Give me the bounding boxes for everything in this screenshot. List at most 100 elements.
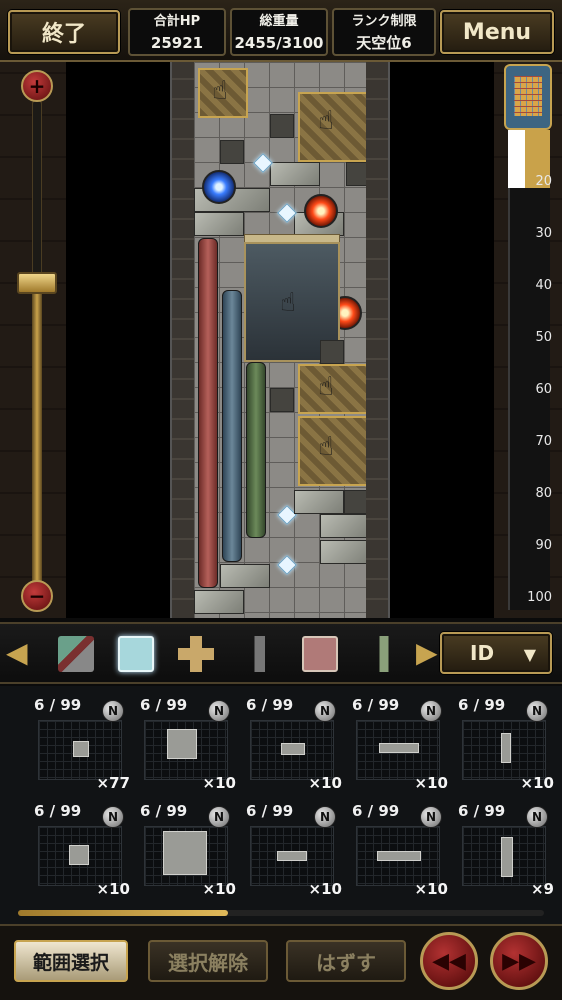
wall-block[interactable] (320, 340, 344, 364)
palette-prev-arrow-icon[interactable]: ◀ (6, 636, 28, 670)
piece-slot[interactable]: 6 / 99 N ×10 (140, 802, 236, 898)
rarity-badge-icon: N (102, 806, 124, 828)
total-weight-label: 総重量 (259, 14, 299, 29)
zoom-out-button[interactable]: − (21, 580, 53, 612)
piece-slot[interactable]: 6 / 99 N ×10 (140, 696, 236, 792)
piece-shape (501, 733, 511, 763)
palette-category-pillar[interactable] (366, 636, 402, 672)
piece-preview (462, 720, 546, 780)
piece-slot[interactable]: 6 / 99 N ×10 (246, 802, 342, 898)
wall-block[interactable] (344, 490, 368, 514)
grid-scroll-thumb[interactable] (18, 910, 229, 916)
stone-block[interactable] (320, 540, 370, 564)
depth-tick: 70 (535, 434, 552, 449)
fast-forward-button[interactable]: ▶▶ (490, 932, 548, 990)
red-orb[interactable] (304, 194, 338, 228)
wall-block[interactable] (270, 388, 294, 412)
end-button[interactable]: 終了 (8, 10, 120, 54)
depth-tick: 20 (535, 174, 552, 189)
piece-quantity: ×10 (414, 880, 448, 898)
stone-block[interactable] (320, 514, 370, 538)
pointer-hand-icon: ☝ (212, 76, 228, 106)
piece-slot[interactable]: 6 / 99 N ×10 (34, 802, 130, 898)
piece-stock-count: 6 / 99 (458, 696, 506, 714)
palette-category-trap[interactable] (302, 636, 338, 672)
palette-category-cross-block[interactable] (178, 636, 214, 672)
stone-block[interactable] (194, 590, 244, 614)
piece-quantity: ×77 (96, 774, 130, 792)
rank-limit-value: 天空位6 (356, 34, 412, 52)
piece-shape (163, 831, 207, 875)
tower-frame-right (366, 62, 388, 618)
zoom-slider-handle[interactable] (17, 272, 57, 294)
piece-stock-count: 6 / 99 (352, 802, 400, 820)
blue-pipe[interactable] (222, 290, 242, 562)
rarity-badge-icon: N (102, 700, 124, 722)
palette-category-mixed[interactable] (58, 636, 94, 672)
depth-tick: 40 (535, 278, 552, 293)
depth-tick: 50 (535, 330, 552, 345)
piece-quantity: ×10 (202, 880, 236, 898)
grid-scroll-bar[interactable] (18, 910, 544, 916)
piece-preview (250, 826, 334, 886)
stone-block[interactable] (270, 162, 320, 186)
crystal-gem[interactable] (277, 555, 297, 575)
deselect-button[interactable]: 選択解除 (148, 940, 268, 982)
piece-quantity: ×10 (308, 880, 342, 898)
rank-limit-label: ランク制限 (351, 14, 417, 29)
piece-quantity: ×10 (414, 774, 448, 792)
piece-shape (377, 851, 421, 861)
rewind-button[interactable]: ◀◀ (420, 932, 478, 990)
wall-block[interactable] (270, 114, 294, 138)
palette-next-arrow-icon[interactable]: ▶ (416, 636, 438, 670)
rarity-badge-icon: N (420, 806, 442, 828)
depth-tick: 90 (535, 538, 552, 553)
piece-stock-count: 6 / 99 (246, 696, 294, 714)
rarity-badge-icon: N (526, 806, 548, 828)
red-pipe[interactable] (198, 238, 218, 588)
minimap-button[interactable] (504, 64, 552, 130)
total-weight-stat: 総重量 2455/3100 (230, 8, 328, 56)
palette-category-l-block[interactable] (240, 636, 276, 672)
menu-button[interactable]: Menu (440, 10, 554, 54)
blue-orb[interactable] (202, 170, 236, 204)
tower-frame-left (172, 62, 194, 618)
palette-category-floor-tile[interactable] (118, 636, 154, 672)
piece-preview (250, 720, 334, 780)
chevron-down-icon: ▼ (523, 645, 536, 664)
rarity-badge-icon: N (208, 700, 230, 722)
remove-button[interactable]: はずす (286, 940, 406, 982)
piece-slot[interactable]: 6 / 99 N ×10 (458, 696, 554, 792)
piece-stock-count: 6 / 99 (140, 802, 188, 820)
tower-floor[interactable]: ☝ ☝ ☝ ☝ ☝ (194, 62, 370, 618)
piece-quantity: ×10 (308, 774, 342, 792)
total-hp-value: 25921 (150, 34, 204, 52)
tower-build-area[interactable]: ☝ ☝ ☝ ☝ ☝ (170, 62, 390, 618)
piece-slot[interactable]: 6 / 99 N ×10 (352, 696, 448, 792)
depth-tick: 80 (535, 486, 552, 501)
piece-stock-count: 6 / 99 (352, 696, 400, 714)
piece-slot[interactable]: 6 / 99 N ×77 (34, 696, 130, 792)
piece-preview (462, 826, 546, 886)
right-void (390, 62, 494, 618)
stone-block[interactable] (294, 490, 344, 514)
total-weight-value: 2455/3100 (234, 34, 324, 52)
stone-block[interactable] (220, 564, 270, 588)
green-pipe[interactable] (246, 362, 266, 538)
piece-quantity: ×9 (530, 880, 554, 898)
sort-select[interactable]: ID ▼ (440, 632, 552, 674)
piece-slot[interactable]: 6 / 99 N ×10 (246, 696, 342, 792)
stone-block[interactable] (194, 212, 244, 236)
piece-shape (69, 845, 89, 865)
piece-quantity: ×10 (96, 880, 130, 898)
piece-slot[interactable]: 6 / 99 N ×9 (458, 802, 554, 898)
rarity-badge-icon: N (420, 700, 442, 722)
range-select-button[interactable]: 範囲選択 (14, 940, 128, 982)
piece-slot[interactable]: 6 / 99 N ×10 (352, 802, 448, 898)
pointer-hand-icon: ☝ (280, 288, 296, 318)
zoom-in-button[interactable]: + (21, 70, 53, 102)
piece-preview (38, 720, 122, 780)
piece-shape (277, 851, 307, 861)
rank-limit-stat: ランク制限 天空位6 (332, 8, 436, 56)
wall-block[interactable] (220, 140, 244, 164)
